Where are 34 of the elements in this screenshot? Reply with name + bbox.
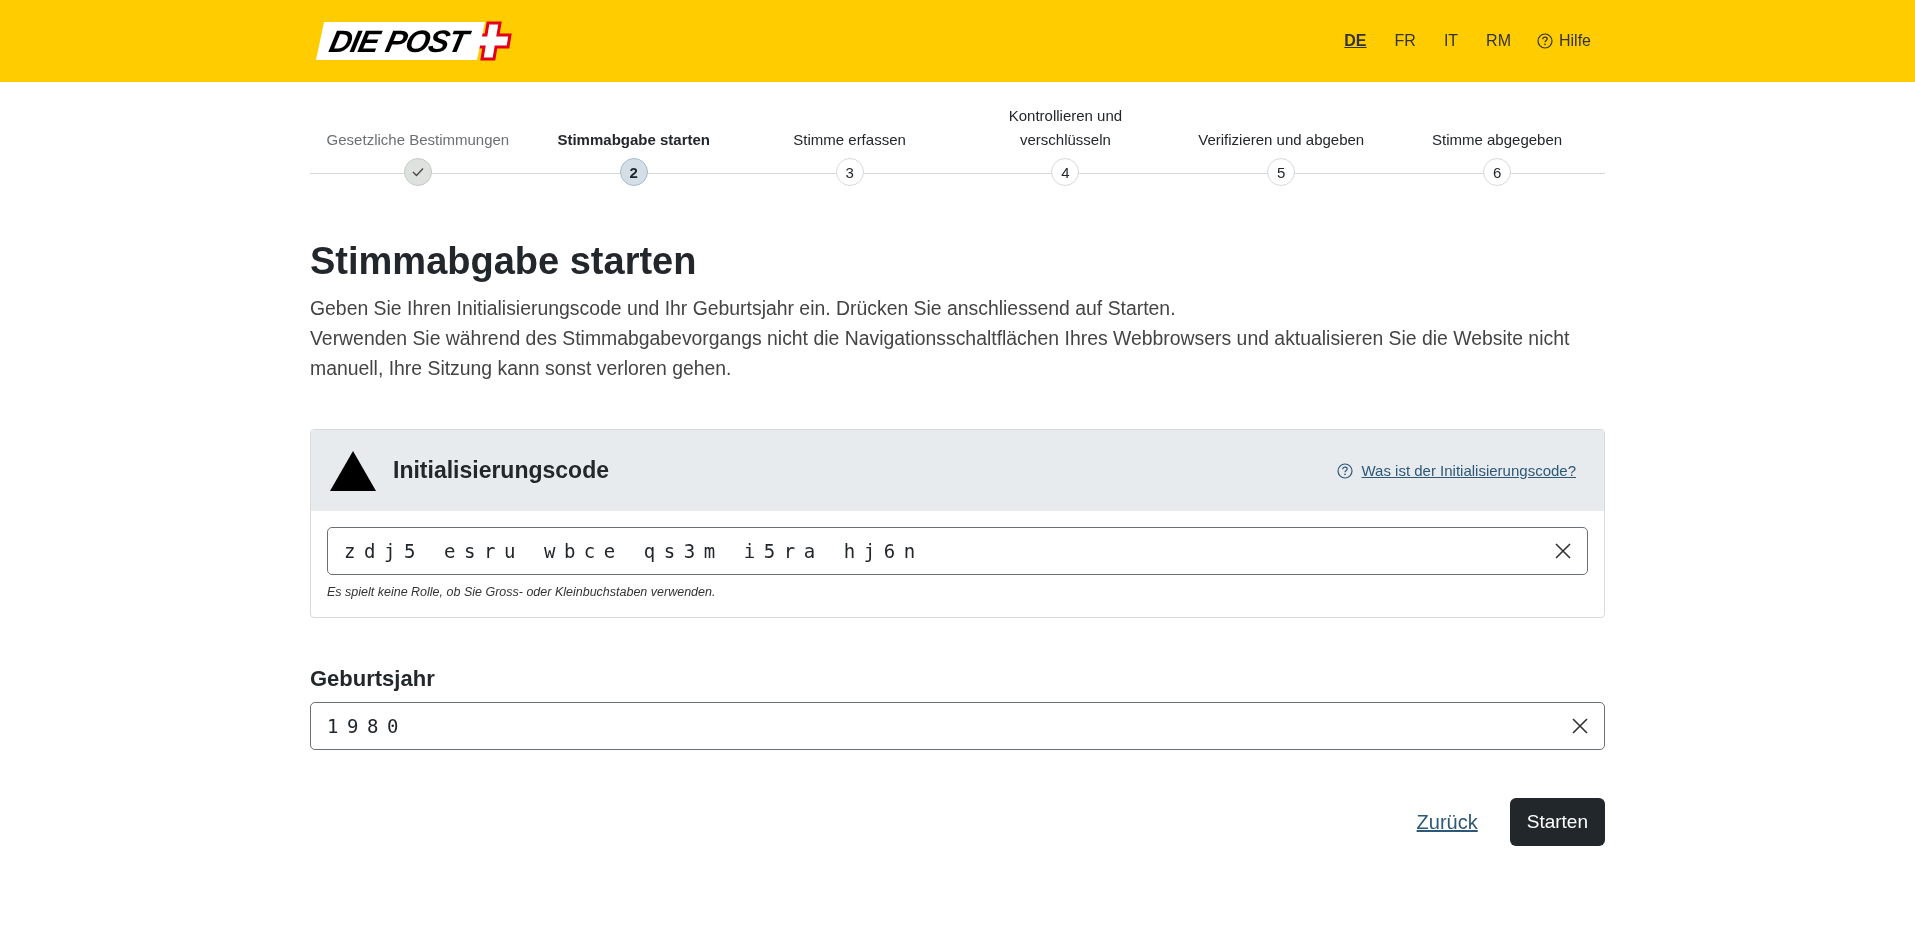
input-field[interactable]: 1980 <box>310 702 1605 750</box>
help-icon <box>1337 462 1354 479</box>
warning-triangle-icon <box>329 449 377 492</box>
step-label: Verifizieren und abgeben <box>1197 130 1366 150</box>
step-label: Stimmabgabe starten <box>556 130 711 150</box>
field-label: Geburtsjahr <box>310 666 436 692</box>
intro-text: Geben Sie Ihren Initialisierungscode und Ihr Geburtsjahr ein. Drücken Sie anschliessend auf Starten. <box>310 296 1177 321</box>
step-label: Stimme abgegeben <box>1431 130 1564 150</box>
step-label: Kontrollieren und verschlüsseln <box>1007 106 1124 150</box>
input-field[interactable]: zdj5 esru wbce qs3m i5ra hj6n <box>327 527 1588 575</box>
help-link[interactable]: Hilfe <box>1537 32 1591 50</box>
step-marker: 3 <box>835 158 864 186</box>
language-link[interactable]: RM <box>1484 28 1513 54</box>
step-label: Gesetzliche Bestimmungen <box>325 130 511 150</box>
back-link[interactable]: Zurück <box>1416 810 1478 834</box>
check-icon <box>411 167 424 177</box>
logo-text[interactable]: DIE POST <box>315 22 485 60</box>
language-link[interactable]: IT <box>1441 28 1461 54</box>
hint-text: Es spielt keine Rolle, ob Sie Gross- oder Kleinbuchstaben verwenden. <box>327 585 717 599</box>
step-label: Stimme erfassen <box>792 130 907 150</box>
card-title: Initialisierungscode <box>393 457 610 484</box>
language-link[interactable]: FR <box>1392 28 1418 54</box>
page-title: Stimmabgabe starten <box>310 240 698 283</box>
intro-text: Verwenden Sie während des Stimmabgabevorgangs nicht die Navigationsschaltflächen Ihres Webbrowsers und aktualisieren Sie die Website nicht manuell, Ihre Sitzung kann sonst verloren gehen. <box>310 326 1571 381</box>
language-link[interactable]: DE <box>1342 28 1369 54</box>
step-marker: 6 <box>1483 158 1512 186</box>
step-marker: 5 <box>1267 158 1296 186</box>
step-marker: 4 <box>1051 158 1080 186</box>
help-link[interactable]: Was ist der Initialisierungscode? <box>1337 462 1576 479</box>
step-marker: 2 <box>619 158 648 186</box>
close-icon <box>1571 717 1589 735</box>
help-icon <box>1537 33 1553 49</box>
close-icon <box>1554 542 1572 560</box>
start-button[interactable]: Starten <box>1509 798 1605 846</box>
